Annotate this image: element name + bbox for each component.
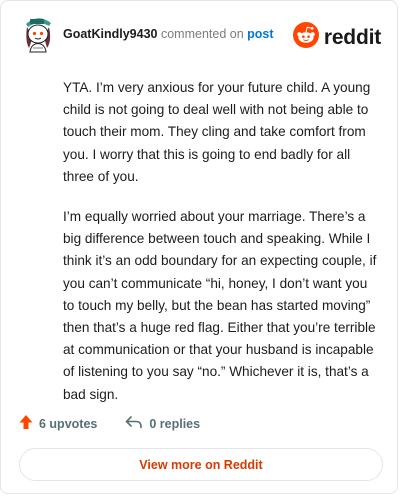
comment-byline: GoatKindly9430 commented on post	[63, 27, 274, 41]
view-more-on-reddit-button[interactable]: View more on Reddit	[19, 448, 383, 481]
upvote-arrow-icon	[19, 414, 39, 433]
reddit-snoo-icon	[292, 22, 319, 53]
commented-on-text: commented on	[160, 27, 244, 41]
reddit-brand[interactable]: reddit	[292, 22, 381, 53]
comment-actions: 6 upvotes 0 replies	[19, 414, 200, 433]
reply-arrow-icon	[125, 415, 149, 432]
upvotes-count: 6 upvotes	[39, 416, 98, 431]
reddit-wordmark: reddit	[323, 25, 381, 49]
comment-body: YTA. I’m very anxious for your future ch…	[63, 77, 379, 424]
post-link[interactable]: post	[247, 27, 273, 41]
replies-button[interactable]: 0 replies	[125, 415, 200, 432]
snoo-avatar-icon[interactable]	[21, 15, 55, 53]
comment-header: GoatKindly9430 commented on post reddit	[21, 15, 381, 55]
comment-paragraph-2: I’m equally worried about your marriage.…	[63, 209, 377, 402]
comment-paragraph-1: YTA. I’m very anxious for your future ch…	[63, 80, 371, 184]
author-username[interactable]: GoatKindly9430	[63, 27, 157, 41]
upvote-button[interactable]: 6 upvotes	[19, 414, 97, 433]
reddit-comment-embed: GoatKindly9430 commented on post reddit	[0, 0, 398, 494]
replies-count: 0 replies	[149, 416, 201, 431]
